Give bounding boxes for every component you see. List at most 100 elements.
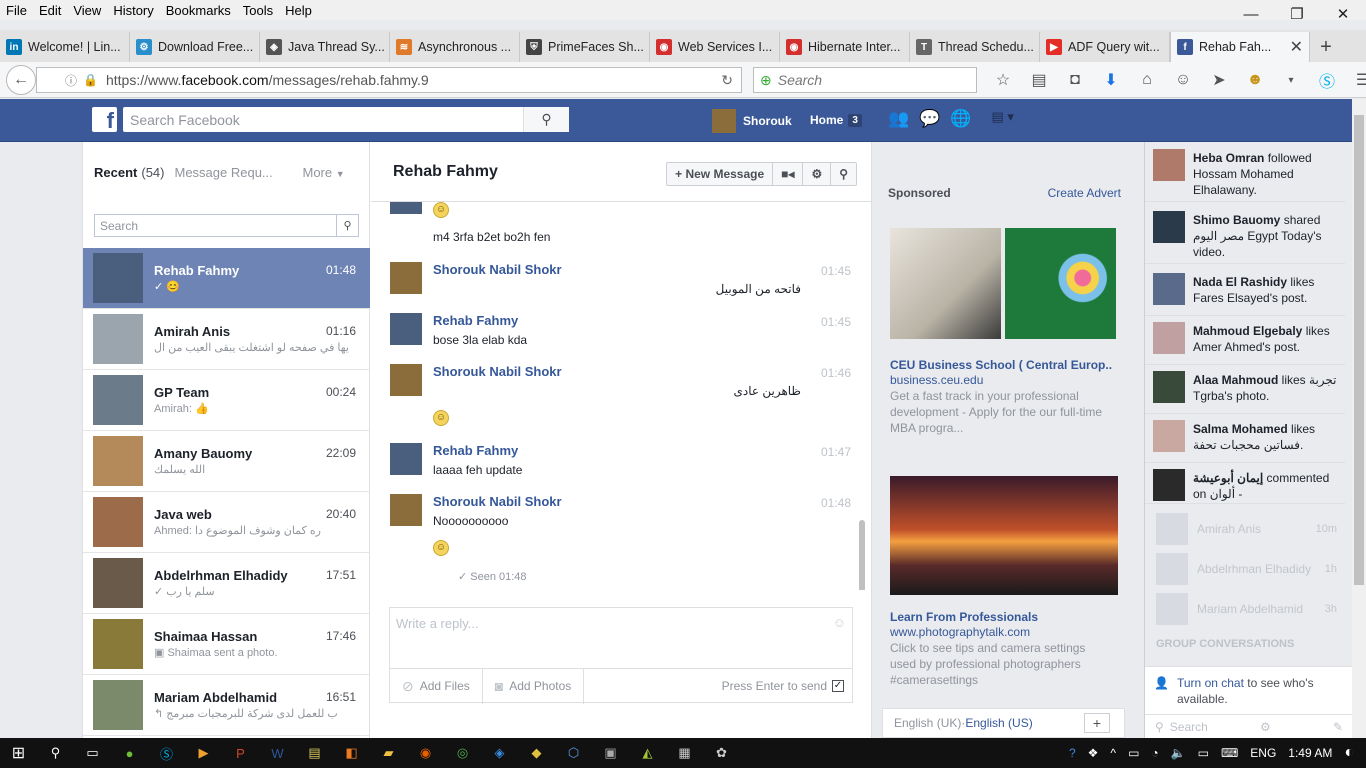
app-icon[interactable]: ✿	[703, 738, 740, 768]
ad-image[interactable]	[1005, 228, 1116, 339]
browser-tab[interactable]: ◉ Hibernate Inter...	[780, 32, 910, 62]
emoji-icon[interactable]: ☺	[833, 615, 846, 630]
browser-tab[interactable]: ⛨ PrimeFaces Sh...	[520, 32, 650, 62]
conversation-item[interactable]: Rehab Fahmy 01:48 ✓ 😊	[83, 248, 370, 309]
home-icon[interactable]: ⌂	[1129, 68, 1165, 92]
conversation-item[interactable]: Mariam Abdelhamid 16:51 ↰ ب للعمل لدى شر…	[83, 675, 370, 736]
menu-file[interactable]: File	[0, 3, 33, 18]
conversation-item[interactable]: GP Team 00:24 Amirah: 👍	[83, 370, 370, 431]
conversation-item[interactable]: Abdelrhman Elhadidy 17:51 ✓ سلم يا رب	[83, 553, 370, 614]
reply-input[interactable]: Write a reply...	[396, 616, 479, 631]
add-files-button[interactable]: ⊘ Add Files	[390, 668, 483, 704]
browser-tab[interactable]: ◉ Web Services I...	[650, 32, 780, 62]
add-language-button[interactable]: +	[1084, 713, 1110, 733]
dropdown-arrow-icon[interactable]: ▾	[1273, 68, 1309, 92]
volume-icon[interactable]: 🔈	[1165, 746, 1192, 760]
browser-tab[interactable]: ◈ Java Thread Sy...	[260, 32, 390, 62]
messages-icon[interactable]: 💬	[919, 109, 940, 129]
ticker-item[interactable]: Mahmoud Elgebaly likes Amer Ahmed's post…	[1145, 315, 1345, 365]
app-icon[interactable]: ▣	[592, 738, 629, 768]
ticker-item[interactable]: Shimo Bauomy shared مصر اليوم Egypt Toda…	[1145, 204, 1345, 264]
show-hidden-icons[interactable]: ^	[1104, 746, 1122, 760]
notification-center-icon[interactable]: ◐	[1338, 744, 1366, 762]
tab-message-requests[interactable]: Message Requ...	[174, 165, 278, 180]
ticker-item[interactable]: Nada El Rashidy likes Fares Elsayed's po…	[1145, 266, 1345, 316]
file-explorer-icon[interactable]: ▰	[370, 738, 407, 768]
chat-icon[interactable]: ☺	[1165, 68, 1201, 92]
extension-icon[interactable]: ☻	[1237, 68, 1273, 92]
chat-contact[interactable]: Amirah Anis 10m	[1145, 509, 1345, 549]
pocket-icon[interactable]: ◘	[1057, 68, 1093, 92]
ticker-item[interactable]: Heba Omran followed Hossam Mohamed Elhal…	[1145, 142, 1345, 202]
chat-contact[interactable]: Mariam Abdelhamid 3h	[1145, 589, 1345, 629]
ticker-item[interactable]: Salma Mohamed likes فساتين محجبات تحفة.	[1145, 413, 1345, 463]
search-engine-icon[interactable]: ⊕	[760, 72, 772, 89]
clock[interactable]: 1:49 AM	[1282, 746, 1338, 760]
gear-icon[interactable]: ⚙	[802, 163, 830, 185]
close-window-button[interactable]: ✕	[1320, 0, 1366, 28]
send-icon[interactable]: ➤	[1201, 68, 1237, 92]
ad-domain[interactable]: business.ceu.edu	[890, 373, 983, 387]
menu-history[interactable]: History	[107, 3, 159, 18]
ad-domain[interactable]: www.photographytalk.com	[890, 625, 1030, 639]
profile-link[interactable]: Shorouk	[712, 109, 792, 133]
bookmark-star-icon[interactable]: ☆	[985, 68, 1021, 92]
ad-image[interactable]	[890, 228, 1001, 339]
firefox-icon[interactable]: ◉	[407, 738, 444, 768]
hamburger-menu-icon[interactable]: ☰	[1345, 68, 1366, 92]
media-player-icon[interactable]: ▶	[185, 738, 222, 768]
browser-tab[interactable]: ▶ ADF Query wit...	[1040, 32, 1170, 62]
account-settings-icon[interactable]: ▤ ▾	[992, 109, 1014, 129]
language-uk[interactable]: English (UK)	[894, 716, 961, 730]
home-link[interactable]: Home 3	[810, 113, 862, 127]
more-dropdown[interactable]: More ▼	[302, 165, 344, 180]
app-icon[interactable]: ▦	[666, 738, 703, 768]
restore-button[interactable]: ❐	[1274, 0, 1320, 28]
conversation-item[interactable]: Amirah Anis 01:16 يها في صفحه لو اشتغلت …	[83, 309, 370, 370]
conversation-search-input[interactable]: Search ⚲	[94, 214, 359, 237]
word-icon[interactable]: W	[259, 738, 296, 768]
chat-search-input[interactable]: ⚲ Search ⚙ ✎	[1145, 714, 1353, 738]
ad-image[interactable]	[890, 476, 1118, 595]
app-icon[interactable]: ◈	[481, 738, 518, 768]
search-icon[interactable]: ⚲	[336, 215, 358, 236]
thread-scrollbar[interactable]	[859, 520, 865, 590]
facebook-logo[interactable]: f	[92, 107, 117, 132]
skype-icon[interactable]: Ⓢ	[1309, 68, 1345, 92]
url-bar[interactable]: ⓘ 🔒 https://www. facebook.com/messages/re…	[36, 67, 742, 93]
tab-recent[interactable]: Recent	[94, 165, 137, 180]
dropbox-icon[interactable]: ❖	[1082, 746, 1105, 760]
search-icon[interactable]: ⚲	[37, 738, 74, 768]
gear-icon[interactable]: ⚙	[1260, 720, 1271, 734]
message-author[interactable]: Rehab Fahmy	[433, 443, 518, 458]
create-advert-link[interactable]: Create Advert	[1048, 186, 1121, 200]
browser-search-input[interactable]: ⊕ Search	[753, 67, 977, 93]
app-icon[interactable]: ◆	[518, 738, 555, 768]
new-message-button[interactable]: + New Message	[667, 163, 772, 185]
app-icon[interactable]: ◧	[333, 738, 370, 768]
page-scrollbar[interactable]	[1352, 99, 1366, 738]
turn-on-chat-link[interactable]: Turn on chat	[1177, 676, 1244, 690]
compose-icon[interactable]: ✎	[1333, 720, 1343, 734]
battery-icon[interactable]: ▭	[1122, 746, 1145, 760]
message-author[interactable]: Shorouk Nabil Shokr	[433, 494, 562, 509]
browser-tab-active[interactable]: f Rehab Fah... ✕	[1170, 32, 1310, 62]
search-icon[interactable]: ⚲	[523, 107, 569, 132]
message-author[interactable]: Shorouk Nabil Shokr	[433, 364, 562, 379]
facebook-search-input[interactable]: Search Facebook ⚲	[123, 107, 569, 132]
back-button[interactable]: ←	[6, 65, 36, 95]
reload-icon[interactable]: ↻	[721, 72, 733, 89]
ad-title[interactable]: CEU Business School ( Central Europ...	[890, 358, 1112, 372]
tab-close-icon[interactable]: ✕	[1290, 37, 1303, 57]
notes-icon[interactable]: ▤	[296, 738, 333, 768]
app-icon[interactable]: ⬡	[555, 738, 592, 768]
app-icon[interactable]: ●	[111, 738, 148, 768]
menu-help[interactable]: Help	[279, 3, 318, 18]
notifications-globe-icon[interactable]: 🌐	[950, 109, 971, 129]
press-enter-toggle[interactable]: Press Enter to send ✓	[722, 679, 852, 693]
skype-icon[interactable]: Ⓢ	[148, 738, 185, 768]
menu-tools[interactable]: Tools	[237, 3, 279, 18]
chat-contact[interactable]: Abdelrhman Elhadidy 1h	[1145, 549, 1345, 589]
help-icon[interactable]: ?	[1063, 746, 1082, 760]
menu-bookmarks[interactable]: Bookmarks	[160, 3, 237, 18]
